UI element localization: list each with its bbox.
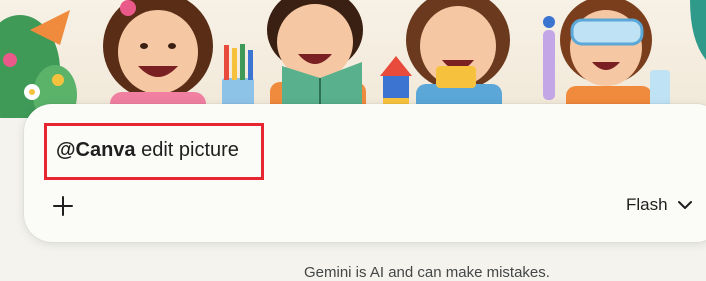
model-picker[interactable]: Flash [626, 192, 692, 218]
disclaimer: Gemini is AI and can make mistakes. [304, 264, 550, 281]
banner-illustration [0, 0, 706, 118]
plus-icon [53, 196, 73, 216]
add-button[interactable] [48, 191, 78, 221]
model-label: Flash [626, 195, 668, 214]
highlight-box [44, 123, 264, 180]
chevron-down-icon [677, 201, 692, 209]
